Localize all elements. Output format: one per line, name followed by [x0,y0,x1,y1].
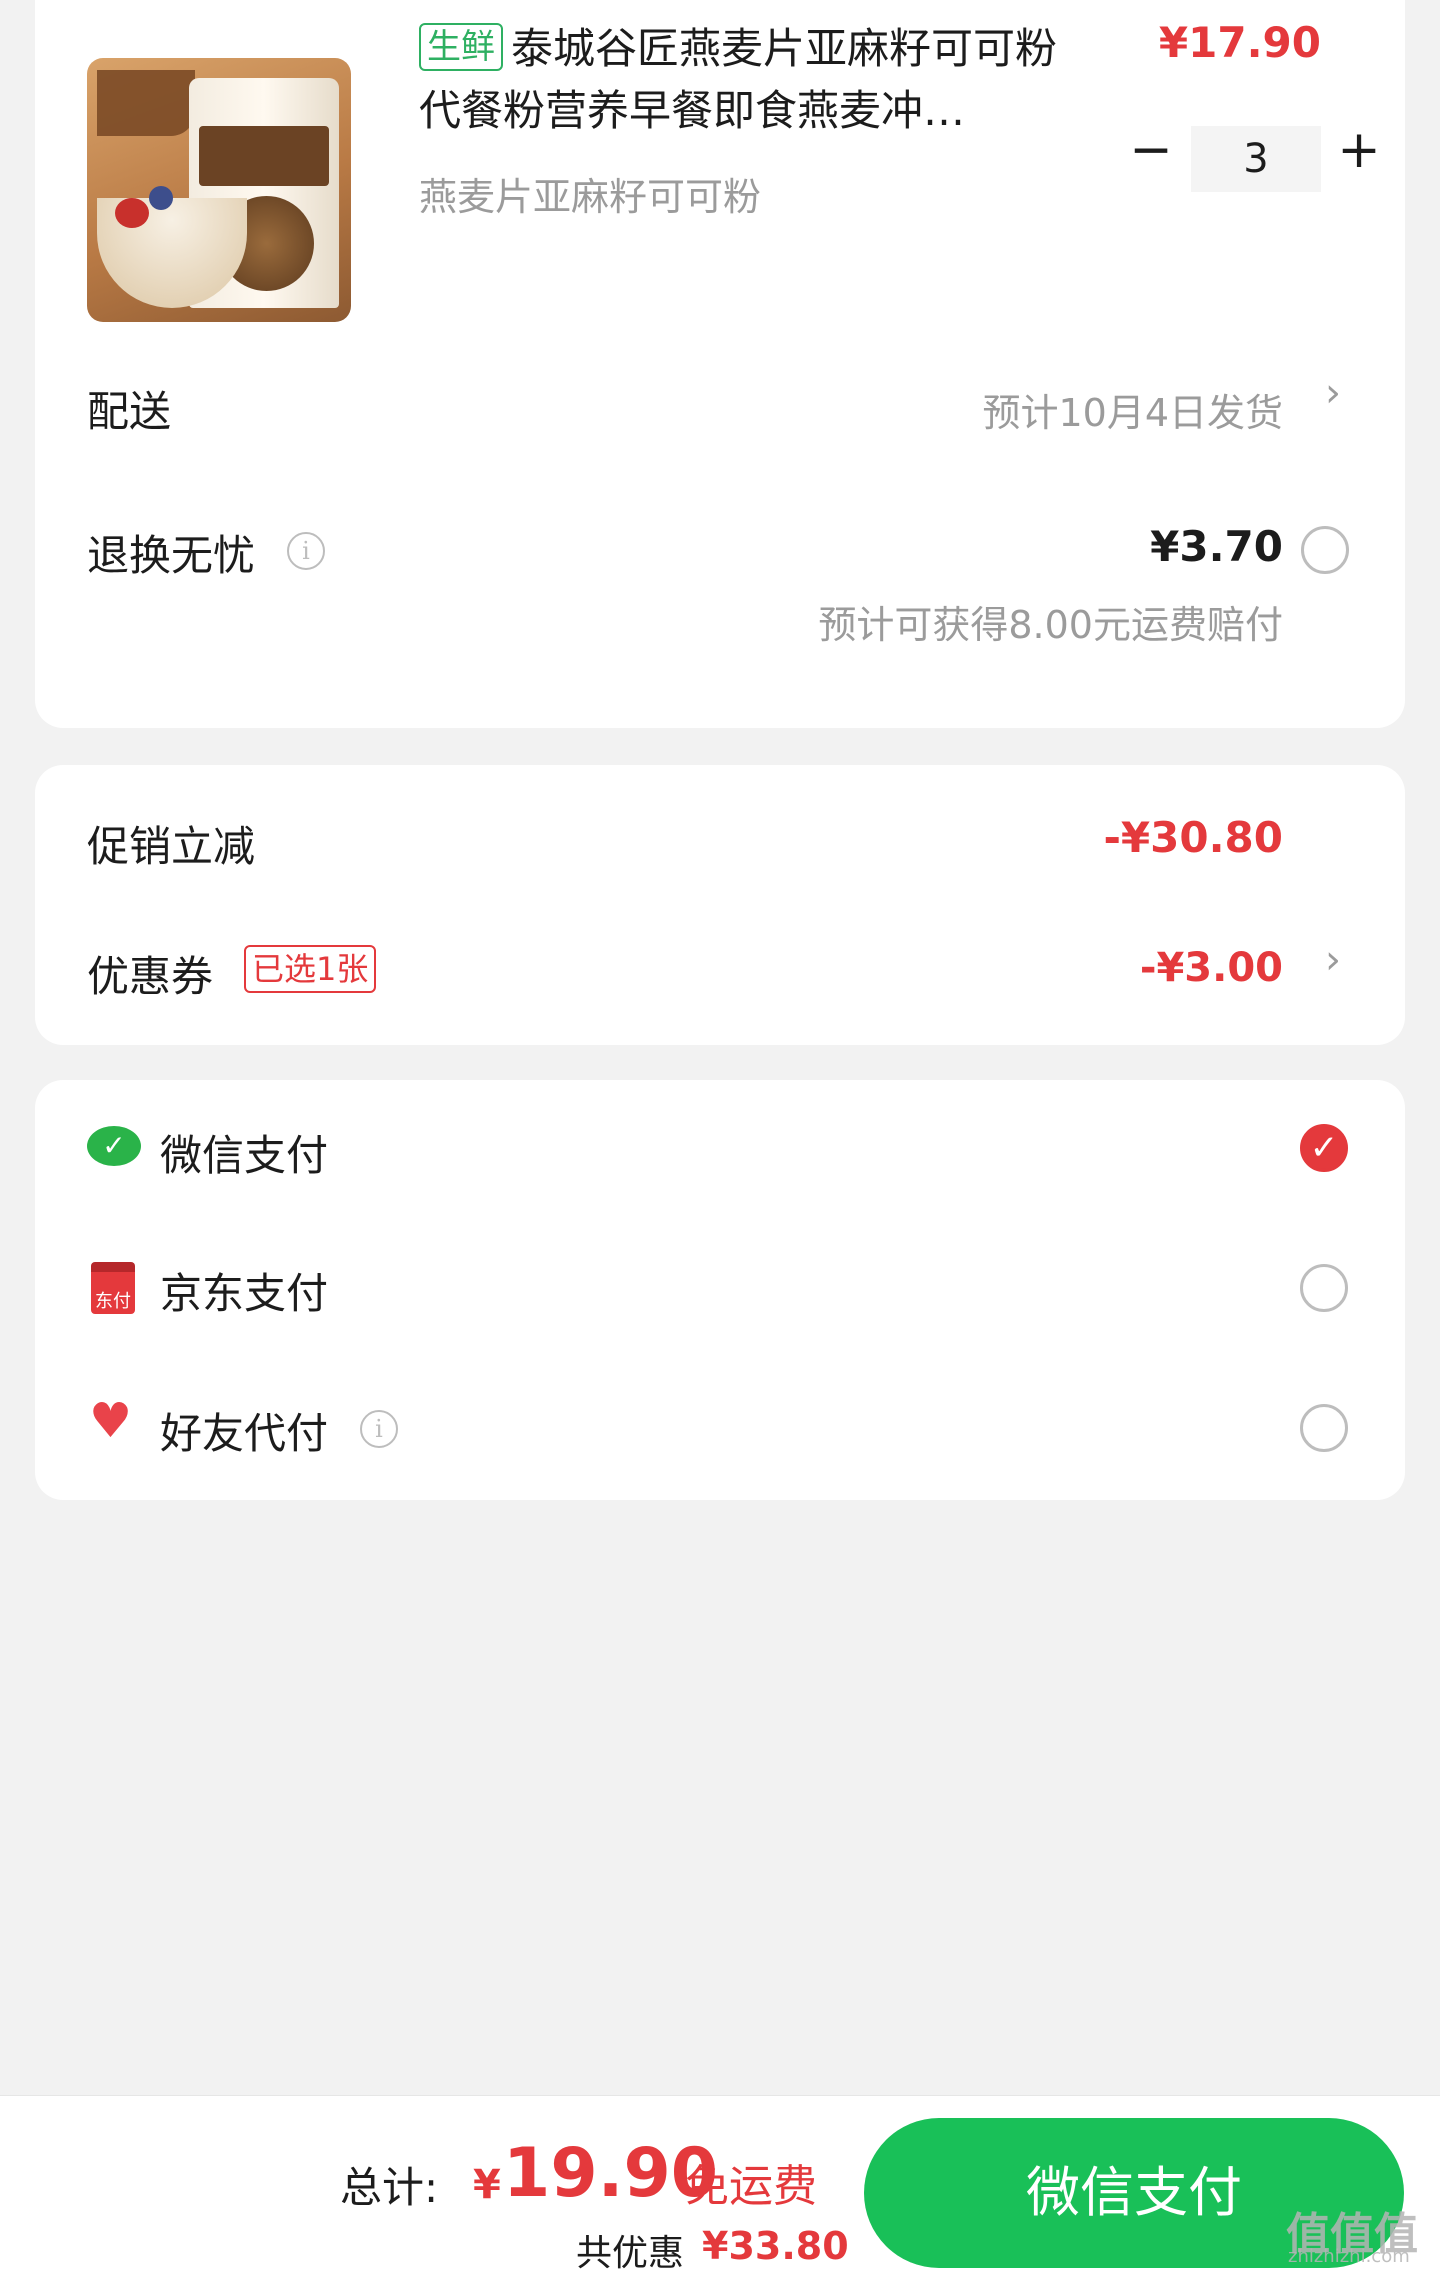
checkout-bar: 总计: ¥ 19.90 免运费 共优惠 ¥33.80 微信支付 值值值 zhiz… [0,2095,1440,2282]
saving-amount: ¥33.80 [702,2224,849,2268]
info-icon[interactable]: i [287,532,325,570]
payment-option-friend[interactable]: ♥ 好友代付 i [35,1360,1405,1500]
coupon-chevron-icon[interactable]: › [1325,937,1341,983]
wechat-icon: ✓ [87,1126,141,1166]
quantity-increase-button[interactable]: + [1335,124,1383,176]
delivery-label: 配送 [87,387,172,436]
fresh-tag: 生鲜 [419,23,503,71]
payment-option-wechat[interactable]: ✓ 微信支付 ✓ [35,1080,1405,1220]
payment-method-card: ✓ 微信支付 ✓ 东付 京东支付 ♥ 好友代付 i [35,1080,1405,1500]
payment-label: 好友代付 [160,1409,329,1458]
return-insurance-radio[interactable] [1301,526,1349,574]
coupon-selected-tag[interactable]: 已选1张 [244,945,377,993]
watermark-url: zhizhizhi.com [1288,2246,1410,2267]
promo-label: 促销立减 [87,822,256,871]
payment-radio[interactable] [1300,1404,1348,1452]
payment-label: 京东支付 [160,1269,329,1318]
quantity-decrease-button[interactable]: − [1127,124,1175,176]
order-item-card: 泰城谷匠燕麦片亚麻籽可可粉代餐粉营养早餐即食燕麦冲… 生鲜 燕麦片亚麻籽可可粉 … [35,0,1405,728]
product-title[interactable]: 泰城谷匠燕麦片亚麻籽可可粉代餐粉营养早餐即食燕麦冲… [419,18,1079,142]
delivery-chevron-icon[interactable]: › [1325,370,1341,416]
return-insurance-note: 预计可获得8.00元运费赔付 [818,603,1283,647]
total-label: 总计: [340,2163,439,2212]
saving-label: 共优惠 [576,2233,685,2274]
payment-radio[interactable] [1300,1264,1348,1312]
discount-card: 促销立减 -¥30.80 优惠券 已选1张 -¥3.00 › [35,765,1405,1045]
thumbnail-badge [97,70,195,136]
jd-pay-icon: 东付 [91,1262,135,1314]
coupon-value[interactable]: -¥3.00 [1140,945,1283,991]
payment-label: 微信支付 [160,1131,329,1180]
promo-value: -¥30.80 [1103,813,1283,862]
quantity-input[interactable]: 3 [1191,126,1321,192]
product-price: ¥17.90 [1158,18,1321,67]
heart-icon: ♥ [89,1393,133,1449]
product-thumbnail[interactable] [87,58,351,322]
return-insurance-price: ¥3.70 [1150,522,1283,571]
return-insurance-label: 退换无忧 [87,531,256,580]
total-currency: ¥ [473,2162,501,2208]
payment-radio-checked[interactable]: ✓ [1300,1124,1348,1172]
product-sku: 燕麦片亚麻籽可可粉 [419,175,762,219]
delivery-value[interactable]: 预计10月4日发货 [982,382,1283,437]
payment-option-jd[interactable]: 东付 京东支付 [35,1220,1405,1360]
coupon-label: 优惠券 [87,952,214,1001]
free-shipping-label: 免运费 [685,2161,817,2212]
info-icon[interactable]: i [360,1410,398,1448]
